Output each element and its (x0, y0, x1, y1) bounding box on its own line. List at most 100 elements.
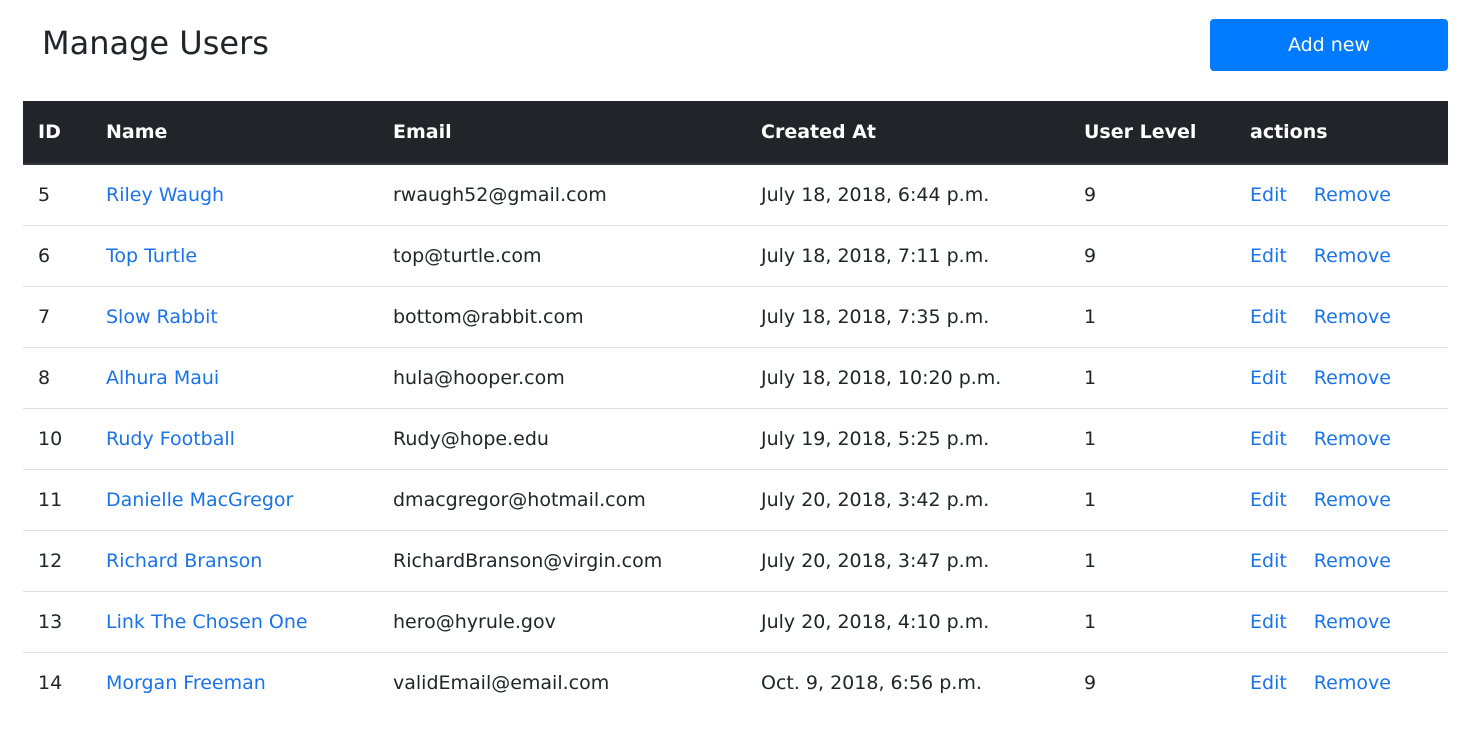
column-header-user-level: User Level (1069, 101, 1235, 165)
user-level-cell: 1 (1069, 468, 1235, 530)
user-created-at-cell: July 20, 2018, 4:10 p.m. (746, 590, 1069, 652)
user-name-link[interactable]: Richard Branson (106, 550, 262, 572)
user-email-cell: hula@hooper.com (378, 346, 746, 408)
user-actions-cell: Edit Remove (1235, 285, 1448, 347)
table-row: 5 Riley Waugh rwaugh52@gmail.com July 18… (23, 164, 1448, 225)
table-header: ID Name Email Created At User Level acti… (23, 101, 1448, 165)
user-created-at-cell: July 18, 2018, 6:44 p.m. (761, 183, 990, 206)
user-id-cell: 8 (23, 346, 91, 408)
user-id-cell: 14 (23, 651, 91, 713)
user-name-link[interactable]: Riley Waugh (106, 184, 224, 206)
edit-link[interactable]: Edit (1250, 428, 1287, 450)
user-level-cell: 1 (1069, 285, 1235, 347)
user-email-cell: rwaugh52@gmail.com (393, 183, 607, 206)
remove-link[interactable]: Remove (1314, 672, 1391, 694)
column-header-name: Name (91, 101, 378, 165)
table-row: 13 Link The Chosen One hero@hyrule.gov J… (23, 590, 1448, 652)
user-name-link[interactable]: Alhura Maui (106, 367, 219, 389)
table-body: 5 Riley Waugh rwaugh52@gmail.com July 18… (23, 164, 1448, 713)
user-actions-cell: Edit Remove (1235, 651, 1448, 713)
remove-link[interactable]: Remove (1314, 550, 1391, 572)
user-name-link[interactable]: Danielle MacGregor (106, 489, 293, 511)
edit-link[interactable]: Edit (1250, 550, 1287, 572)
user-name-link[interactable]: Link The Chosen One (106, 611, 308, 633)
user-id-cell: 12 (23, 529, 91, 591)
user-level-cell: 1 (1069, 590, 1235, 652)
user-level-cell: 9 (1084, 183, 1097, 206)
user-id-cell: 7 (23, 285, 91, 347)
edit-link[interactable]: Edit (1250, 367, 1287, 389)
user-id-cell: 13 (23, 590, 91, 652)
remove-link[interactable]: Remove (1314, 611, 1391, 633)
user-id-cell: 6 (23, 224, 91, 286)
user-name-link[interactable]: Slow Rabbit (106, 306, 218, 328)
table-row: 7 Slow Rabbit bottom@rabbit.com July 18,… (23, 285, 1448, 347)
user-actions-cell: Edit Remove (1235, 590, 1448, 652)
user-level-cell: 9 (1069, 224, 1235, 286)
user-name-link[interactable]: Top Turtle (106, 245, 197, 267)
user-name-cell: Rudy Football (91, 407, 378, 469)
remove-link[interactable]: Remove (1314, 428, 1391, 450)
edit-link[interactable]: Edit (1250, 184, 1287, 206)
column-header-created-at: Created At (746, 101, 1069, 165)
user-email-cell: dmacgregor@hotmail.com (378, 468, 746, 530)
user-name-cell: Slow Rabbit (91, 285, 378, 347)
user-name-cell: Link The Chosen One (91, 590, 378, 652)
user-name-cell: Top Turtle (91, 224, 378, 286)
user-email-cell: RichardBranson@virgin.com (378, 529, 746, 591)
user-name-cell: Danielle MacGregor (91, 468, 378, 530)
user-level-cell: 9 (1069, 651, 1235, 713)
edit-link[interactable]: Edit (1250, 489, 1287, 511)
user-actions-cell: Edit Remove (1235, 407, 1448, 469)
table-row: 10 Rudy Football Rudy@hope.edu July 19, … (23, 407, 1448, 469)
user-email-cell: Rudy@hope.edu (378, 407, 746, 469)
remove-link[interactable]: Remove (1314, 489, 1391, 511)
remove-link[interactable]: Remove (1314, 306, 1391, 328)
add-new-button[interactable]: Add new (1210, 19, 1448, 71)
page-title: Manage Users (42, 24, 269, 62)
column-header-id: ID (23, 101, 91, 165)
user-actions-cell: Edit Remove (1235, 224, 1448, 286)
user-name-cell: Alhura Maui (91, 346, 378, 408)
user-email-cell: hero@hyrule.gov (378, 590, 746, 652)
table-row: 8 Alhura Maui hula@hooper.com July 18, 2… (23, 346, 1448, 408)
user-email-cell: top@turtle.com (378, 224, 746, 286)
remove-link[interactable]: Remove (1314, 245, 1391, 267)
user-created-at-cell: July 18, 2018, 7:35 p.m. (746, 285, 1069, 347)
user-id-cell: 10 (23, 407, 91, 469)
user-level-cell: 1 (1069, 529, 1235, 591)
remove-link[interactable]: Remove (1314, 184, 1391, 206)
user-actions-cell: Edit Remove (1235, 346, 1448, 408)
table-row: 11 Danielle MacGregor dmacgregor@hotmail… (23, 468, 1448, 530)
user-name-link[interactable]: Morgan Freeman (106, 672, 266, 694)
column-header-actions: actions (1235, 101, 1448, 165)
remove-link[interactable]: Remove (1314, 367, 1391, 389)
user-created-at-cell: July 18, 2018, 10:20 p.m. (746, 346, 1069, 408)
user-email-cell: validEmail@email.com (378, 651, 746, 713)
table-row: 6 Top Turtle top@turtle.com July 18, 201… (23, 224, 1448, 286)
column-header-email: Email (378, 101, 746, 165)
user-actions-cell: Edit Remove (1235, 529, 1448, 591)
edit-link[interactable]: Edit (1250, 611, 1287, 633)
edit-link[interactable]: Edit (1250, 245, 1287, 267)
user-created-at-cell: July 20, 2018, 3:42 p.m. (746, 468, 1069, 530)
user-level-cell: 1 (1069, 346, 1235, 408)
edit-link[interactable]: Edit (1250, 672, 1287, 694)
user-name-cell: Riley Waugh (91, 164, 378, 225)
table-row: 14 Morgan Freeman validEmail@email.com O… (23, 651, 1448, 713)
user-created-at-cell: July 20, 2018, 3:47 p.m. (746, 529, 1069, 591)
user-id-cell: 11 (23, 468, 91, 530)
user-created-at-cell: July 18, 2018, 7:11 p.m. (746, 224, 1069, 286)
user-id-cell: 5 (38, 183, 51, 206)
user-actions-cell: Edit Remove (1235, 468, 1448, 530)
user-created-at-cell: Oct. 9, 2018, 6:56 p.m. (746, 651, 1069, 713)
user-level-cell: 1 (1069, 407, 1235, 469)
user-email-cell: bottom@rabbit.com (378, 285, 746, 347)
user-name-cell: Richard Branson (91, 529, 378, 591)
manage-users-page: Manage Users Add new ID Name Email Creat… (0, 0, 1467, 740)
user-name-link[interactable]: Rudy Football (106, 428, 235, 450)
edit-link[interactable]: Edit (1250, 306, 1287, 328)
users-table: ID Name Email Created At User Level acti… (23, 101, 1448, 713)
table-row: 12 Richard Branson RichardBranson@virgin… (23, 529, 1448, 591)
user-actions-cell: Edit Remove (1235, 164, 1448, 225)
